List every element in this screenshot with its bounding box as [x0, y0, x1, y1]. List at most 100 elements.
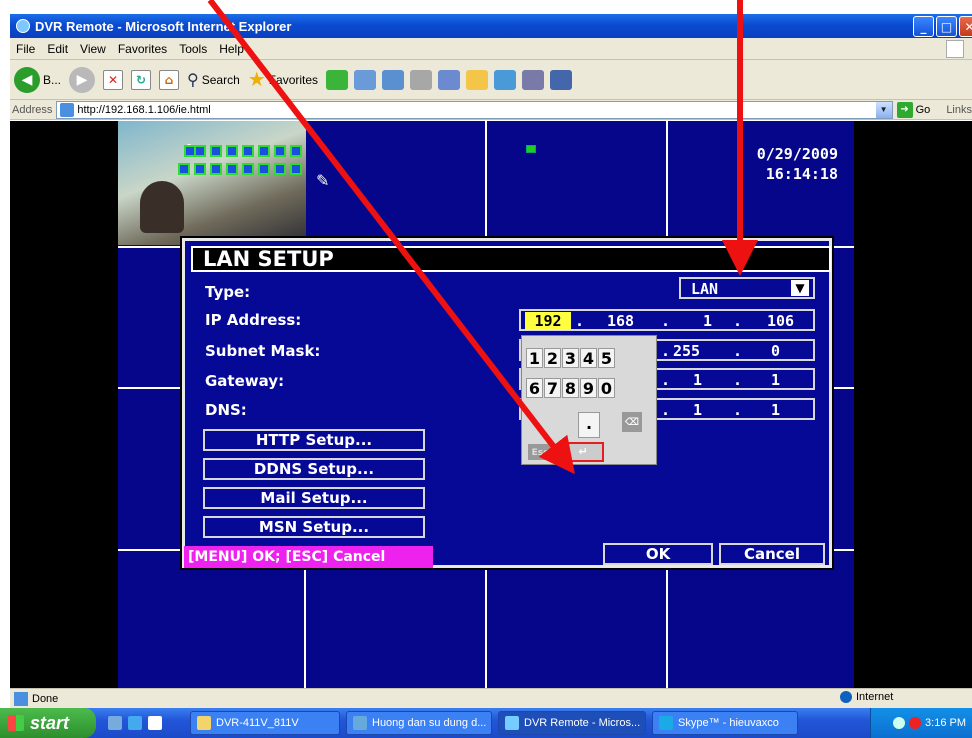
- ip-address-field[interactable]: 192 . 168 . 1 . 106: [519, 309, 815, 331]
- gateway-octet-4[interactable]: 1: [771, 371, 780, 389]
- quick-launch-ie-icon[interactable]: [128, 716, 142, 730]
- start-button[interactable]: start: [0, 708, 96, 738]
- key-5[interactable]: 5: [598, 348, 615, 368]
- backspace-icon[interactable]: ⌫: [622, 412, 642, 432]
- links-button[interactable]: Links: [946, 104, 972, 116]
- ok-button[interactable]: OK: [603, 543, 713, 565]
- go-button[interactable]: ➜ Go: [896, 101, 930, 118]
- gateway-octet-3[interactable]: 1: [693, 371, 702, 389]
- menu-favorites[interactable]: Favorites: [112, 42, 173, 56]
- subnet-octet-4[interactable]: 0: [771, 342, 780, 360]
- search-icon: ⚲: [187, 71, 199, 89]
- numeric-keypad: 1 2 3 4 5 6 7 8 9 0 . ⌫ Esc ↵: [521, 335, 657, 465]
- search-button[interactable]: ⚲ Search: [187, 70, 240, 90]
- dns-octet-4[interactable]: 1: [771, 401, 780, 419]
- stop-icon: ✕: [103, 69, 124, 90]
- type-select[interactable]: LAN ▼: [679, 277, 815, 299]
- tools-icon[interactable]: [522, 69, 545, 90]
- channel-indicator-icon: [178, 163, 190, 175]
- key-dot[interactable]: .: [578, 412, 600, 438]
- key-esc[interactable]: Esc: [528, 444, 552, 460]
- key-1[interactable]: 1: [526, 348, 543, 368]
- key-9[interactable]: 9: [580, 378, 597, 398]
- network-icon[interactable]: [893, 717, 906, 729]
- media-icon[interactable]: [326, 69, 349, 90]
- menu-help[interactable]: Help: [213, 42, 250, 56]
- menu-edit[interactable]: Edit: [41, 42, 74, 56]
- key-4[interactable]: 4: [580, 348, 597, 368]
- address-input[interactable]: http://192.168.1.106/ie.html ▼: [56, 100, 893, 119]
- antivirus-icon[interactable]: [909, 717, 922, 729]
- quick-launch-desktop-icon[interactable]: [108, 716, 122, 730]
- status-text: Done: [32, 692, 59, 705]
- search-label: Search: [201, 72, 240, 87]
- channel-indicator-icon: [194, 163, 206, 175]
- http-setup-button[interactable]: HTTP Setup...: [203, 429, 425, 451]
- menu-bar: File Edit View Favorites Tools Help: [10, 38, 972, 60]
- address-label: Address: [12, 103, 53, 116]
- quick-launch-media-icon[interactable]: [148, 716, 162, 730]
- key-6[interactable]: 6: [526, 378, 543, 398]
- refresh-icon: ↻: [131, 69, 152, 90]
- maximize-button[interactable]: □: [936, 16, 957, 37]
- windows-flag-icon: [8, 715, 24, 731]
- enter-key-icon[interactable]: ↵: [562, 442, 604, 462]
- menu-view[interactable]: View: [74, 42, 112, 56]
- key-8[interactable]: 8: [562, 378, 579, 398]
- folder-icon[interactable]: [466, 69, 489, 90]
- key-0[interactable]: 0: [598, 378, 615, 398]
- octet-separator: .: [733, 401, 743, 419]
- minimize-button[interactable]: _: [913, 16, 934, 37]
- screen: DVR Remote - Microsoft Internet Explorer…: [0, 0, 972, 738]
- channel-indicator-icon: [242, 163, 254, 175]
- octet-separator: .: [733, 312, 743, 330]
- taskbar-item-active[interactable]: DVR Remote - Micros...: [498, 711, 646, 735]
- research-icon[interactable]: [494, 69, 517, 90]
- stop-button[interactable]: ✕: [103, 69, 124, 90]
- menu-tools[interactable]: Tools: [173, 42, 213, 56]
- taskbar-item[interactable]: Huong dan su dung d...: [346, 711, 492, 735]
- mail-setup-button[interactable]: Mail Setup...: [203, 487, 425, 509]
- cancel-button[interactable]: Cancel: [719, 543, 825, 565]
- ip-octet-4[interactable]: 106: [767, 312, 794, 330]
- ip-octet-2[interactable]: 168: [607, 312, 634, 330]
- ddns-setup-button[interactable]: DDNS Setup...: [203, 458, 425, 480]
- key-3[interactable]: 3: [562, 348, 579, 368]
- print-icon[interactable]: [410, 69, 433, 90]
- key-7[interactable]: 7: [544, 378, 561, 398]
- dropdown-arrow-icon[interactable]: ▼: [791, 280, 809, 296]
- msn-setup-button[interactable]: MSN Setup...: [203, 516, 425, 538]
- history-icon[interactable]: [354, 69, 377, 90]
- key-2[interactable]: 2: [544, 348, 561, 368]
- forward-arrow-icon: ▶: [69, 66, 96, 93]
- octet-separator: .: [661, 401, 671, 419]
- messenger-icon[interactable]: [550, 69, 573, 90]
- dns-octet-3[interactable]: 1: [693, 401, 702, 419]
- menu-file[interactable]: File: [10, 42, 41, 56]
- dropdown-arrow-icon[interactable]: ▼: [875, 101, 892, 118]
- subnet-octet-3[interactable]: 255: [673, 342, 700, 360]
- home-button[interactable]: ⌂: [159, 69, 180, 90]
- ip-octet-3[interactable]: 1: [703, 312, 712, 330]
- record-icon: ✎: [316, 171, 330, 190]
- channel-indicator-icon: [274, 163, 286, 175]
- dvr-time: 16:14:18: [765, 165, 838, 183]
- refresh-button[interactable]: ↻: [131, 69, 152, 90]
- taskbar-item[interactable]: DVR-411V_811V: [190, 711, 340, 735]
- back-button[interactable]: ◀ B...: [14, 66, 61, 93]
- taskbar-item[interactable]: Skype™ - hieuvaxco: [652, 711, 798, 735]
- channel-indicator-icon: [290, 163, 302, 175]
- ip-octet-1[interactable]: 192: [525, 312, 571, 330]
- address-bar: Address http://192.168.1.106/ie.html ▼ ➜…: [10, 100, 972, 120]
- mail-icon[interactable]: [382, 69, 405, 90]
- window-title-bar[interactable]: DVR Remote - Microsoft Internet Explorer…: [10, 14, 972, 38]
- camera-feed[interactable]: 1: [118, 121, 306, 245]
- go-arrow-icon: ➜: [896, 101, 913, 118]
- favorites-button[interactable]: ★ Favorites: [248, 70, 318, 90]
- word-icon[interactable]: [438, 69, 461, 90]
- channel-indicator-icon: [210, 163, 222, 175]
- forward-button[interactable]: ▶: [69, 66, 96, 93]
- clock: 3:16 PM: [925, 717, 966, 729]
- close-button[interactable]: ✕: [959, 16, 972, 37]
- folder-icon: [197, 716, 211, 730]
